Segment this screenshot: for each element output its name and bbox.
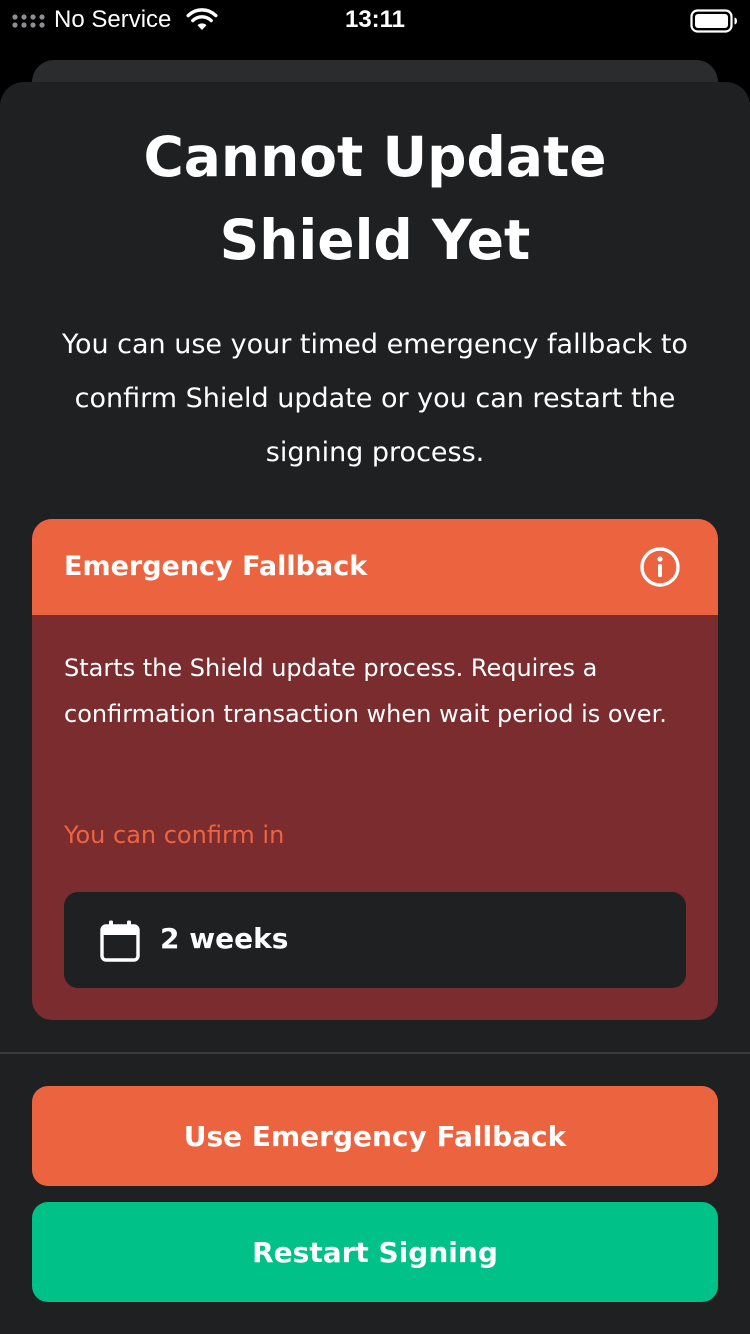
- emergency-fallback-title: Emergency Fallback: [64, 551, 368, 582]
- battery-icon: [690, 9, 737, 33]
- page-subtitle: You can use your timed emergency fallbac…: [62, 329, 688, 468]
- screen: No Service 13:11 Cannot Update Shield Ye…: [0, 0, 750, 1334]
- emergency-fallback-card: Emergency Fallback Starts the Shield upd…: [32, 519, 718, 1020]
- wait-period-value: 2 weeks: [160, 922, 289, 955]
- use-emergency-fallback-button[interactable]: Use Emergency Fallback: [32, 1086, 718, 1186]
- status-time: 13:11: [344, 6, 406, 33]
- emergency-fallback-description: Starts the Shield update process. Requir…: [64, 654, 667, 728]
- confirm-in-label: You can confirm in: [64, 821, 285, 849]
- divider: [0, 1052, 750, 1054]
- calendar-icon: [100, 920, 140, 962]
- info-icon[interactable]: [638, 545, 682, 589]
- page-title: Cannot Update Shield Yet: [143, 125, 607, 272]
- emergency-fallback-header: Emergency Fallback: [32, 519, 718, 615]
- restart-signing-button[interactable]: Restart Signing: [32, 1202, 718, 1302]
- status-bar: No Service 13:11: [0, 0, 750, 42]
- wait-period-box: 2 weeks: [64, 892, 686, 988]
